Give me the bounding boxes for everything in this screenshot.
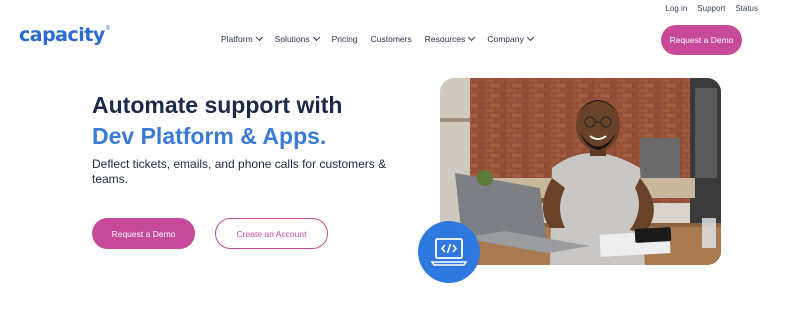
nav-item-label: Company xyxy=(487,34,524,44)
registered-mark: ® xyxy=(105,26,111,32)
nav-item-resources[interactable]: Resources xyxy=(424,33,476,44)
nav-item-solutions[interactable]: Solutions xyxy=(274,33,320,44)
create-account-button[interactable]: Create an Account xyxy=(215,218,328,249)
chevron-down-icon xyxy=(255,33,263,42)
nav-item-label: Customers xyxy=(370,34,412,44)
nav-item-label: Resources xyxy=(424,34,466,44)
nav-item-company[interactable]: Company xyxy=(487,33,534,44)
nav-item-pricing[interactable]: Pricing xyxy=(332,34,358,44)
request-demo-button[interactable]: Request a Demo xyxy=(92,218,195,249)
nav-item-customers[interactable]: Customers xyxy=(371,34,412,44)
man-with-laptop-illustration xyxy=(440,78,721,265)
login-link[interactable]: Log in xyxy=(665,4,687,13)
main-nav: Platform Solutions Pricing Customers Res… xyxy=(221,33,534,44)
chevron-down-icon xyxy=(526,33,534,42)
hero-subtitle: Deflect tickets, emails, and phone calls… xyxy=(92,157,387,186)
hero-title: Automate support with xyxy=(92,92,343,118)
status-link[interactable]: Status xyxy=(735,4,758,13)
nav-item-label: Solutions xyxy=(274,34,310,44)
nav-item-platform[interactable]: Platform xyxy=(221,33,263,44)
logo-wordmark: capacity xyxy=(19,24,105,46)
hero-title-accent: Dev Platform & Apps. xyxy=(92,123,327,149)
hero-image xyxy=(440,78,721,265)
code-laptop-icon xyxy=(431,238,467,266)
utility-nav: Log in Support Status xyxy=(665,4,758,13)
capacity-logo[interactable]: capacity ® xyxy=(19,24,110,46)
code-laptop-badge xyxy=(418,221,480,283)
chevron-down-icon xyxy=(468,33,476,42)
header-request-demo-button[interactable]: Request a Demo xyxy=(661,25,742,55)
support-link[interactable]: Support xyxy=(697,4,725,13)
chevron-down-icon xyxy=(312,33,320,42)
nav-item-label: Pricing xyxy=(331,34,358,44)
nav-item-label: Platform xyxy=(221,34,253,44)
